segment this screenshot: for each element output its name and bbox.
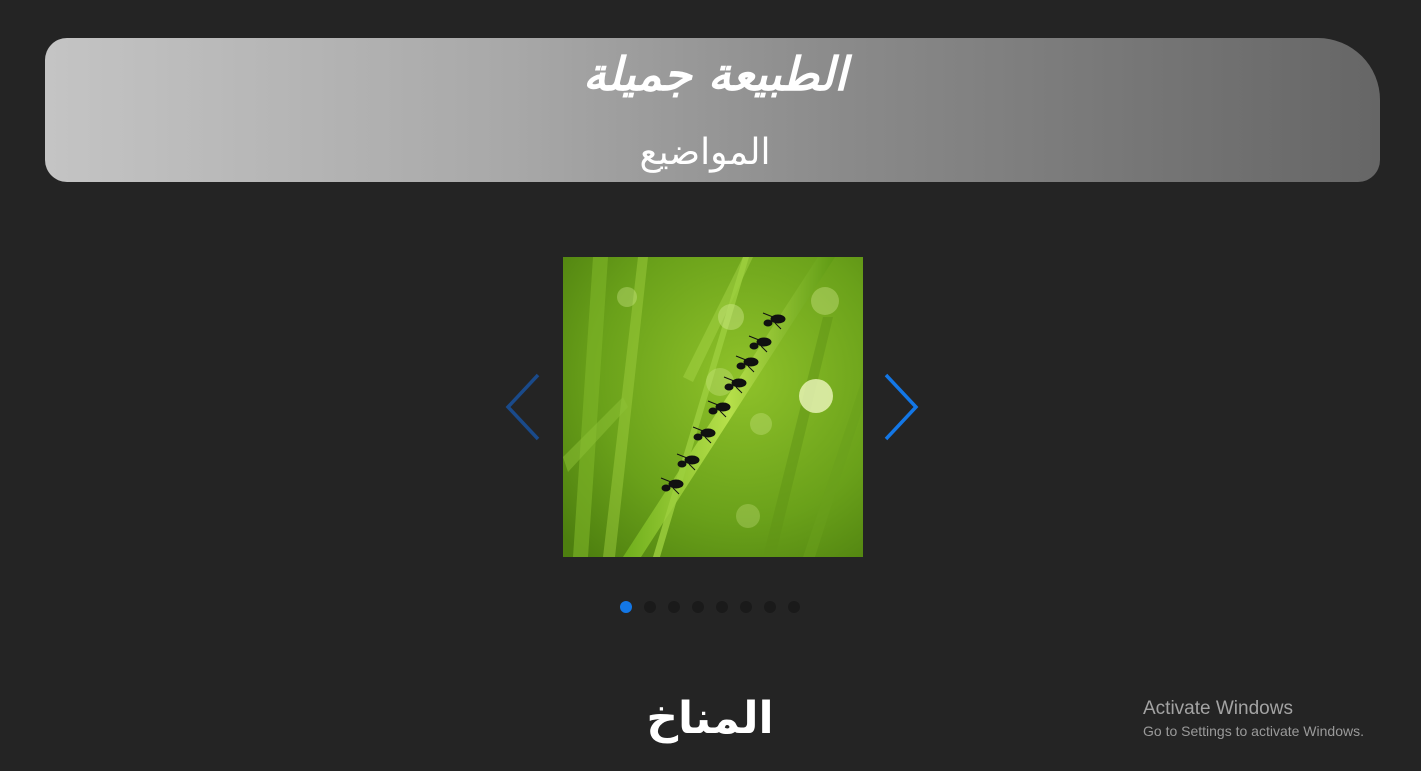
carousel-dot-3[interactable] bbox=[668, 601, 680, 613]
ants-on-grass-image bbox=[563, 257, 863, 557]
image-carousel bbox=[500, 257, 926, 557]
watermark-title: Activate Windows bbox=[1143, 698, 1293, 719]
carousel-prev-button[interactable] bbox=[502, 372, 542, 442]
watermark-subtitle: Go to Settings to activate Windows. bbox=[1143, 723, 1364, 739]
carousel-dot-7[interactable] bbox=[764, 601, 776, 613]
chevron-right-icon bbox=[884, 373, 919, 441]
carousel-dot-5[interactable] bbox=[716, 601, 728, 613]
page: الطبيعة جميلة المواضيع المناخ Activate W… bbox=[0, 0, 1421, 771]
chevron-left-icon bbox=[505, 373, 540, 441]
carousel-slide-image bbox=[563, 257, 863, 557]
carousel-dot-4[interactable] bbox=[692, 601, 704, 613]
carousel-indicators bbox=[620, 601, 800, 615]
carousel-dot-1[interactable] bbox=[620, 601, 632, 613]
carousel-dot-2[interactable] bbox=[644, 601, 656, 613]
nav-topics-link[interactable]: المواضيع bbox=[610, 128, 800, 178]
section-title: المناخ bbox=[646, 693, 774, 744]
carousel-dot-8[interactable] bbox=[788, 601, 800, 613]
activate-windows-watermark: Activate Windows Go to Settings to activ… bbox=[1143, 697, 1413, 741]
carousel-dot-6[interactable] bbox=[740, 601, 752, 613]
site-title: الطبيعة جميلة bbox=[583, 47, 847, 101]
carousel-next-button[interactable] bbox=[882, 372, 922, 442]
